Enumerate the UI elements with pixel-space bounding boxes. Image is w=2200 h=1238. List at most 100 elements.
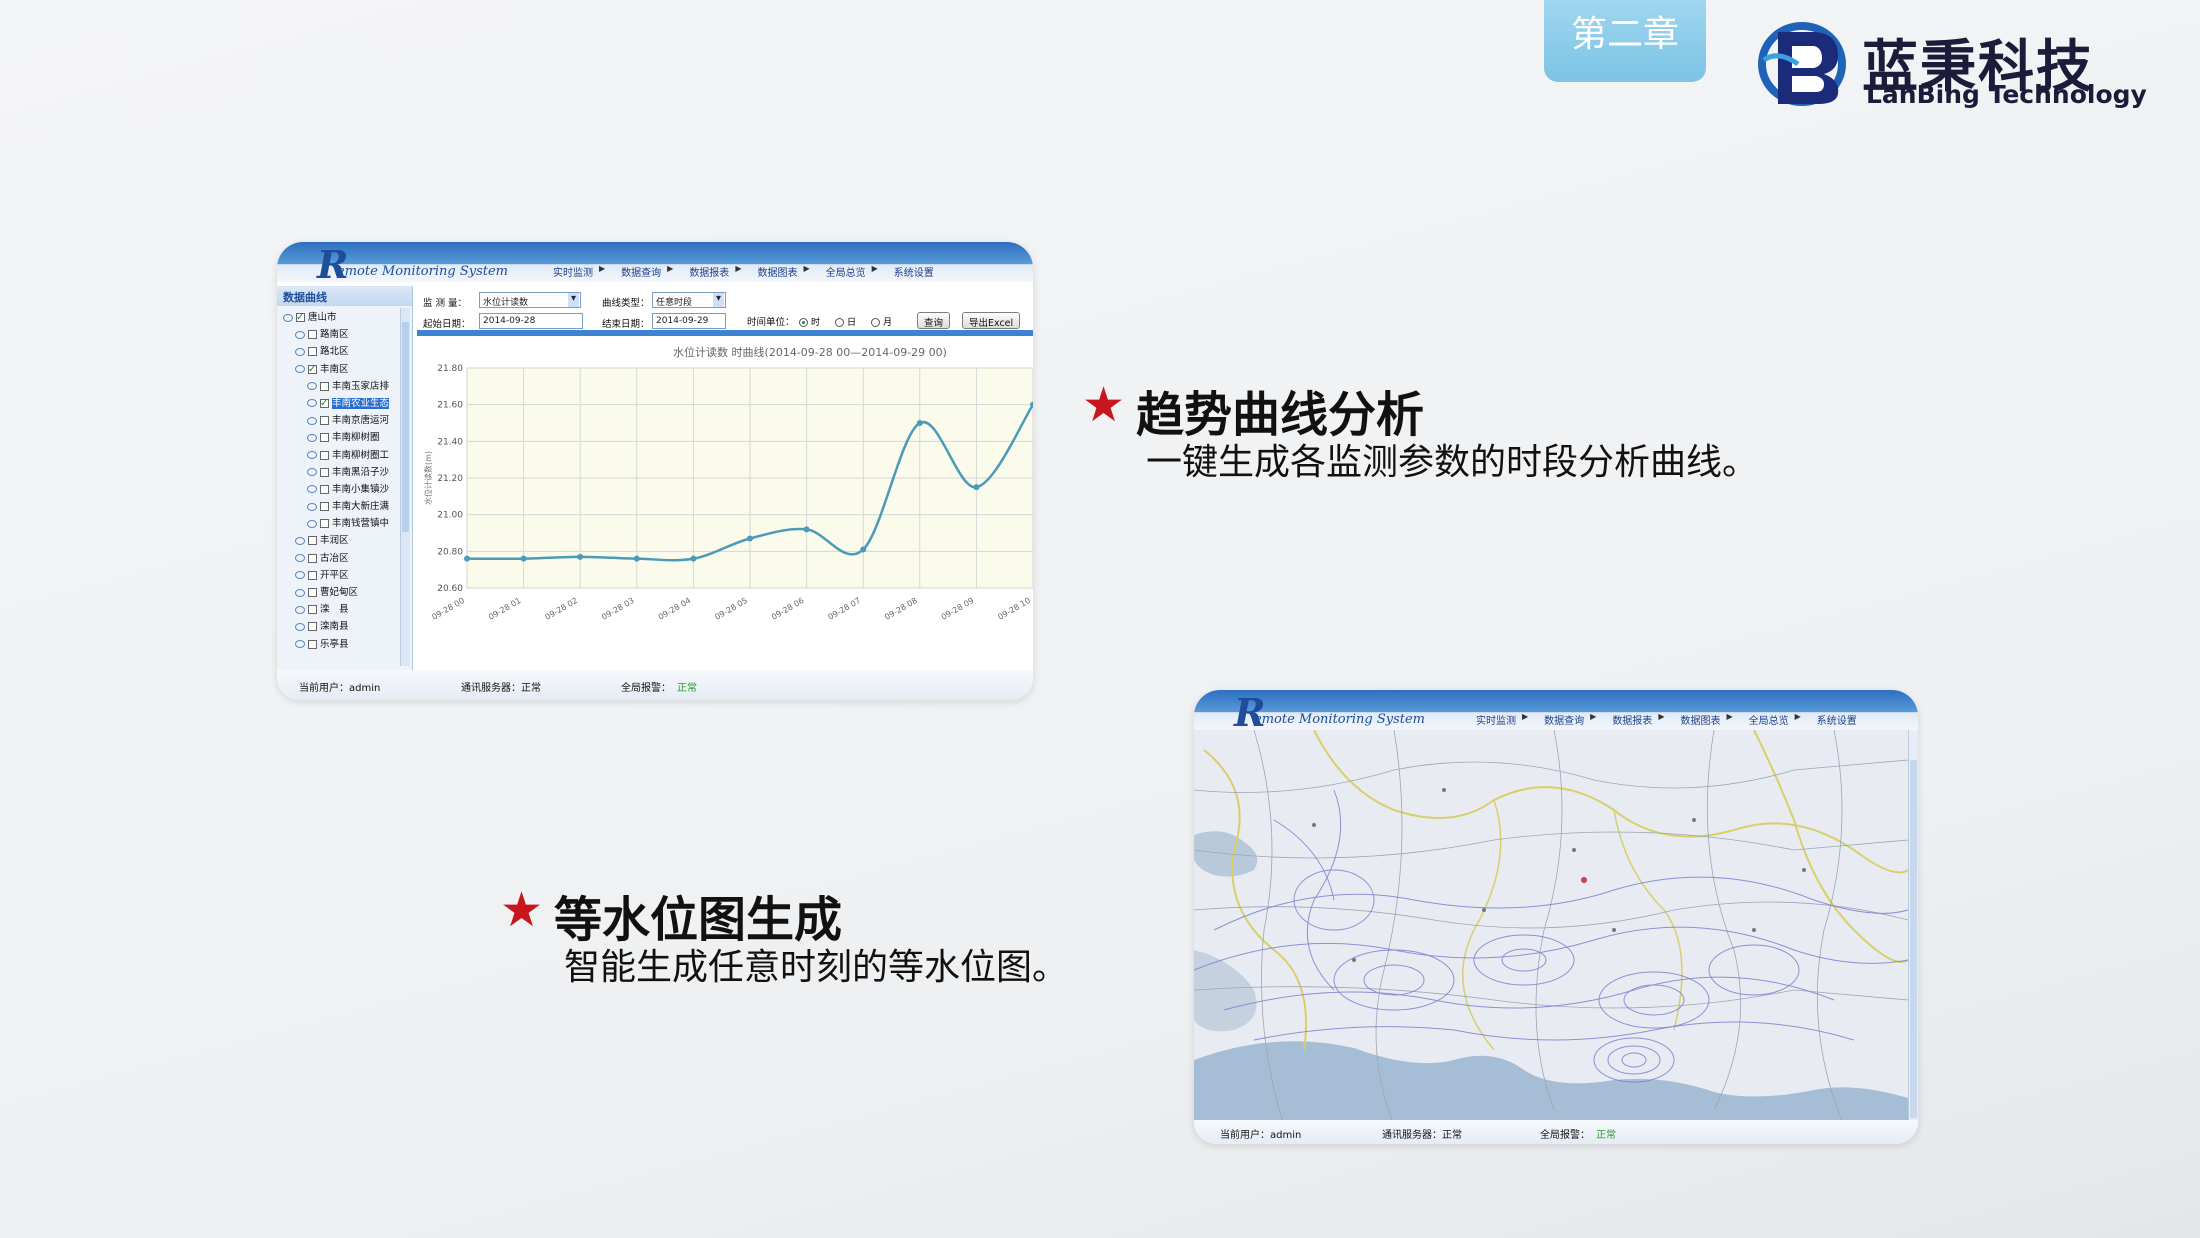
export-excel-button[interactable]: 导出Excel <box>962 312 1021 329</box>
tree-checkbox[interactable] <box>308 639 317 649</box>
station-icon <box>307 485 317 494</box>
map-graphic <box>1194 730 1908 1126</box>
tree-checkbox[interactable] <box>320 519 329 529</box>
curve-screenshot: R emote Monitoring System 实时监测 ▶ 数据查询 ▶ 数据… <box>277 242 1033 700</box>
contour-map[interactable] <box>1194 730 1908 1126</box>
tree-item[interactable]: 丰南大新庄满 <box>277 498 412 515</box>
tree-item[interactable]: 丰南区 <box>277 361 412 378</box>
nav-settings[interactable]: 系统设置 <box>894 264 934 279</box>
tree-item[interactable]: 丰南柳树圈 <box>277 429 412 446</box>
tree-checkbox[interactable] <box>320 381 329 391</box>
tree-checkbox[interactable] <box>320 502 329 512</box>
tree-item-label: 丰南京唐运河 <box>332 415 390 427</box>
start-date-label: 起始日期： <box>423 319 471 330</box>
trend-chart: 20.6020.8021.0021.2021.4021.6021.8009-28… <box>417 342 1033 672</box>
tree-checkbox[interactable] <box>320 416 329 426</box>
tree-item-label: 丰南农业生态 <box>332 397 390 409</box>
tree-checkbox[interactable] <box>308 361 317 378</box>
station-icon <box>307 416 317 425</box>
tree-item[interactable]: 丰南京唐运河 <box>277 412 412 429</box>
nav-chart[interactable]: 数据图表 <box>1680 712 1720 727</box>
y-tick-label: 20.80 <box>437 547 463 557</box>
tree-item[interactable]: 滦南县 <box>277 618 412 635</box>
nav-report[interactable]: 数据报表 <box>689 264 729 279</box>
tree-scrollbar[interactable] <box>400 308 410 666</box>
tree-item-label: 丰南区 <box>320 363 349 375</box>
tree-checkbox[interactable] <box>308 605 317 615</box>
nav-chart[interactable]: 数据图表 <box>757 264 797 279</box>
tree-checkbox[interactable] <box>296 309 305 326</box>
tree-checkbox[interactable] <box>308 330 317 340</box>
unit-radio-day[interactable]: 日 <box>835 315 856 328</box>
query-button[interactable]: 查询 <box>917 312 951 329</box>
y-tick-label: 20.60 <box>437 584 463 594</box>
tree-checkbox[interactable] <box>320 450 329 460</box>
status-bar: 当前用户：admin 通讯服务器：正常 全局报警： 正常 <box>277 670 1033 700</box>
tree-checkbox[interactable] <box>308 536 317 546</box>
tree-item[interactable]: 古冶区 <box>277 550 412 567</box>
station-icon <box>307 519 317 528</box>
station-icon <box>295 347 305 356</box>
tree-checkbox[interactable] <box>320 467 329 477</box>
station-icon <box>295 640 305 649</box>
nav-overview[interactable]: 全局总览 <box>826 264 866 279</box>
tree-item-label: 滦南县 <box>320 621 349 633</box>
station-icon <box>295 365 305 374</box>
feature-desc: 一键生成各监测参数的时段分析曲线。 <box>1146 442 1759 483</box>
station-icon <box>295 536 305 545</box>
station-icon <box>307 399 317 408</box>
unit-radio-hour[interactable]: 时 <box>799 315 820 328</box>
tree-checkbox[interactable] <box>320 395 329 412</box>
tree-item[interactable]: 丰南柳树圈工 <box>277 447 412 464</box>
app-system-name: emote Monitoring System <box>337 264 508 279</box>
tree-item[interactable]: 滦 县 <box>277 601 412 618</box>
tree-item[interactable]: 开平区 <box>277 567 412 584</box>
tree-item[interactable]: 唐山市 <box>277 309 412 326</box>
tree-item[interactable]: 路北区 <box>277 343 412 360</box>
unit-radio-month[interactable]: 月 <box>871 315 892 328</box>
curve-type-select[interactable]: 任意时段 <box>652 292 726 308</box>
station-icon <box>283 313 293 322</box>
query-panel: 监 测 量： 水位计读数 曲线类型： 任意时段 起始日期： 2014-09-28… <box>417 286 1033 336</box>
contour-screenshot: R emote Monitoring System 实时监测 ▶ 数据查询 ▶ 数据… <box>1194 690 1918 1144</box>
tree-item-label: 丰南柳树圈 <box>332 432 380 444</box>
status-server: 通讯服务器：正常 <box>461 683 541 694</box>
station-icon <box>295 622 305 631</box>
nav-settings[interactable]: 系统设置 <box>1817 712 1857 727</box>
tree-panel-title: 数据曲线 <box>277 286 412 306</box>
tree-item[interactable]: 曹妃甸区 <box>277 584 412 601</box>
tree-checkbox[interactable] <box>320 433 329 443</box>
station-icon <box>307 433 317 442</box>
status-alarm-label: 全局报警： <box>1540 1130 1590 1141</box>
company-logo: 蓝秉科技 LanBing Technology <box>1758 18 2158 118</box>
tree-item[interactable]: 丰南钱营镇中 <box>277 515 412 532</box>
map-scrollbar[interactable] <box>1908 730 1918 1126</box>
nav-query[interactable]: 数据查询 <box>1544 712 1584 727</box>
tree-checkbox[interactable] <box>308 570 317 580</box>
tree-item[interactable]: 丰南小集镇沙 <box>277 481 412 498</box>
station-tree-panel: 数据曲线 唐山市路南区路北区丰南区丰南玉家店排丰南农业生态丰南京唐运河丰南柳树圈… <box>277 286 413 670</box>
tree-item-label: 路北区 <box>320 346 349 358</box>
nav-realtime[interactable]: 实时监测 <box>1476 712 1516 727</box>
tree-checkbox[interactable] <box>308 622 317 632</box>
tree-item[interactable]: 路南区 <box>277 326 412 343</box>
tree-checkbox[interactable] <box>308 347 317 357</box>
station-icon <box>307 468 317 477</box>
nav-overview[interactable]: 全局总览 <box>1749 712 1789 727</box>
tree-item[interactable]: 丰南玉家店排 <box>277 378 412 395</box>
tree-item-label: 开平区 <box>320 569 349 581</box>
nav-report[interactable]: 数据报表 <box>1612 712 1652 727</box>
tree-item[interactable]: 丰南农业生态 <box>277 395 412 412</box>
tree-item[interactable]: 丰润区 <box>277 532 412 549</box>
tree-checkbox[interactable] <box>308 553 317 563</box>
nav-realtime[interactable]: 实时监测 <box>553 264 593 279</box>
tree-checkbox[interactable] <box>320 484 329 494</box>
start-date-input[interactable]: 2014-09-28 <box>479 313 583 329</box>
tree-item[interactable]: 丰南黑沿子沙 <box>277 464 412 481</box>
tree-item[interactable]: 乐亭县 <box>277 636 412 653</box>
end-date-input[interactable]: 2014-09-29 <box>652 313 726 329</box>
measure-select[interactable]: 水位计读数 <box>479 292 581 308</box>
tree-checkbox[interactable] <box>308 588 317 597</box>
nav-query[interactable]: 数据查询 <box>621 264 661 279</box>
status-alarm-label: 全局报警： <box>621 683 671 694</box>
